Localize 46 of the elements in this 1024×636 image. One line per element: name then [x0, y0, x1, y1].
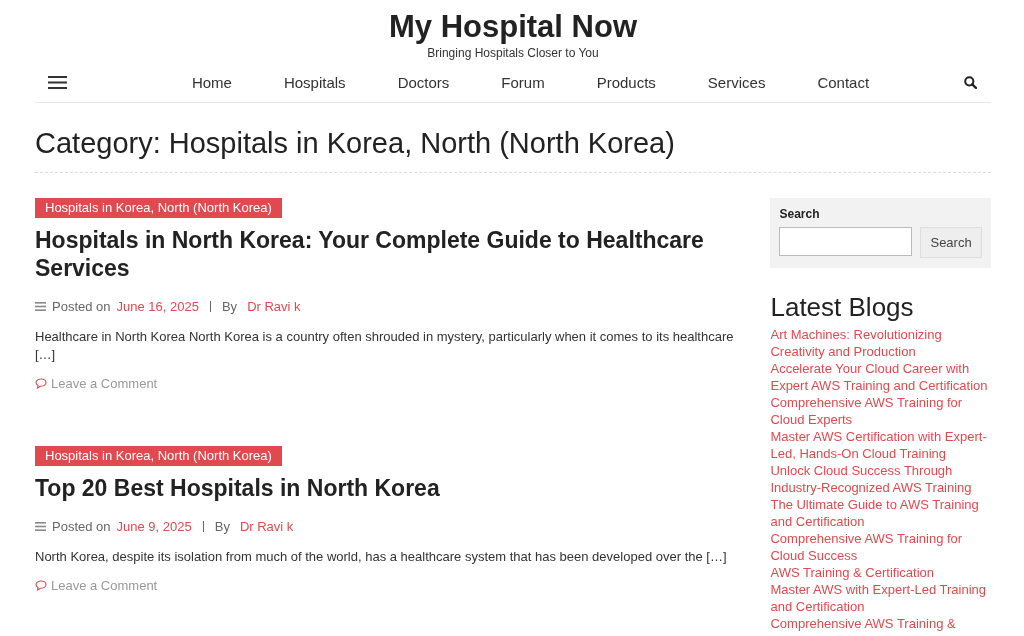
widget-title: Latest Blogs [770, 292, 915, 322]
post-date[interactable]: June 9, 2025 [116, 519, 192, 534]
comment-link[interactable]: Leave a Comment [51, 376, 158, 391]
search-field[interactable] [779, 227, 913, 256]
nav-link[interactable]: Products [596, 73, 656, 91]
blog-link[interactable]: Comprehensive AWS Training for Cloud Experts [770, 394, 991, 428]
menu-icon [35, 522, 46, 531]
blog-link[interactable]: Comprehensive AWS Training & [770, 615, 991, 632]
blog-link[interactable]: Art Machines: Revolutionizing Creativity and Production [770, 326, 991, 360]
comment-link[interactable]: Leave a Comment [51, 578, 158, 593]
menu-icon [35, 302, 46, 311]
by-label: By [214, 519, 230, 534]
site-tagline: Bringing Hospitals Closer to You [427, 46, 599, 60]
nav-link[interactable]: Doctors [397, 73, 450, 91]
comment-icon [35, 378, 47, 389]
author-link[interactable]: Dr Ravi k [247, 299, 301, 314]
blog-link[interactable]: Unlock Cloud Success Through Industry-Recognized AWS Training [770, 462, 991, 496]
post-excerpt: North Korea, despite its isolation from much of the world, has a healthcare system that has been developed over the […] [35, 548, 728, 566]
nav-link[interactable]: Contact [817, 73, 870, 91]
nav-link[interactable]: Forum [501, 73, 545, 91]
blog-link[interactable]: Accelerate Your Cloud Career with Expert AWS Training and Certification [770, 360, 991, 394]
blog-link[interactable]: Comprehensive AWS Training for Cloud Success [770, 530, 991, 564]
search-button[interactable]: Search [920, 227, 982, 258]
post-excerpt: Healthcare in North Korea North Korea is a country often shrouded in mystery, particularly when it comes to its healthcare […] [35, 328, 735, 364]
by-label: By [221, 299, 238, 314]
comment-icon [35, 580, 47, 591]
post-title[interactable]: Hospitals in North Korea: Your Complete Guide to Healthcare Services [35, 226, 750, 282]
author-link[interactable]: Dr Ravi k [239, 519, 294, 534]
category-tag[interactable]: Hospitals in Korea, North (North Korea) [35, 198, 282, 218]
posted-on-label: Posted on [52, 519, 111, 534]
blog-link[interactable]: Master AWS Certification with Expert-Led, Hands-On Cloud Training [770, 428, 991, 462]
blog-link[interactable]: Master AWS with Expert-Led Training and Certification [770, 581, 991, 615]
blog-link[interactable]: AWS Training & Certification [770, 564, 991, 581]
nav-link[interactable]: Services [707, 73, 766, 91]
search-icon[interactable] [964, 75, 977, 89]
posted-on-label: Posted on [52, 299, 111, 314]
category-tag[interactable]: Hospitals in Korea, North (North Korea) [35, 446, 282, 466]
site-title[interactable]: My Hospital Now [389, 8, 637, 46]
menu-icon[interactable] [48, 75, 67, 89]
nav-link[interactable]: Home [191, 73, 232, 91]
blog-link[interactable]: The Ultimate Guide to AWS Training and Certification [770, 496, 991, 530]
post-date[interactable]: June 16, 2025 [116, 299, 199, 314]
post-title[interactable]: Top 20 Best Hospitals in North Korea [35, 474, 750, 502]
nav-link[interactable]: Hospitals [283, 73, 346, 91]
search-label: Search [779, 207, 821, 221]
page-heading: Category: Hospitals in Korea, North (North Korea) [35, 103, 991, 173]
